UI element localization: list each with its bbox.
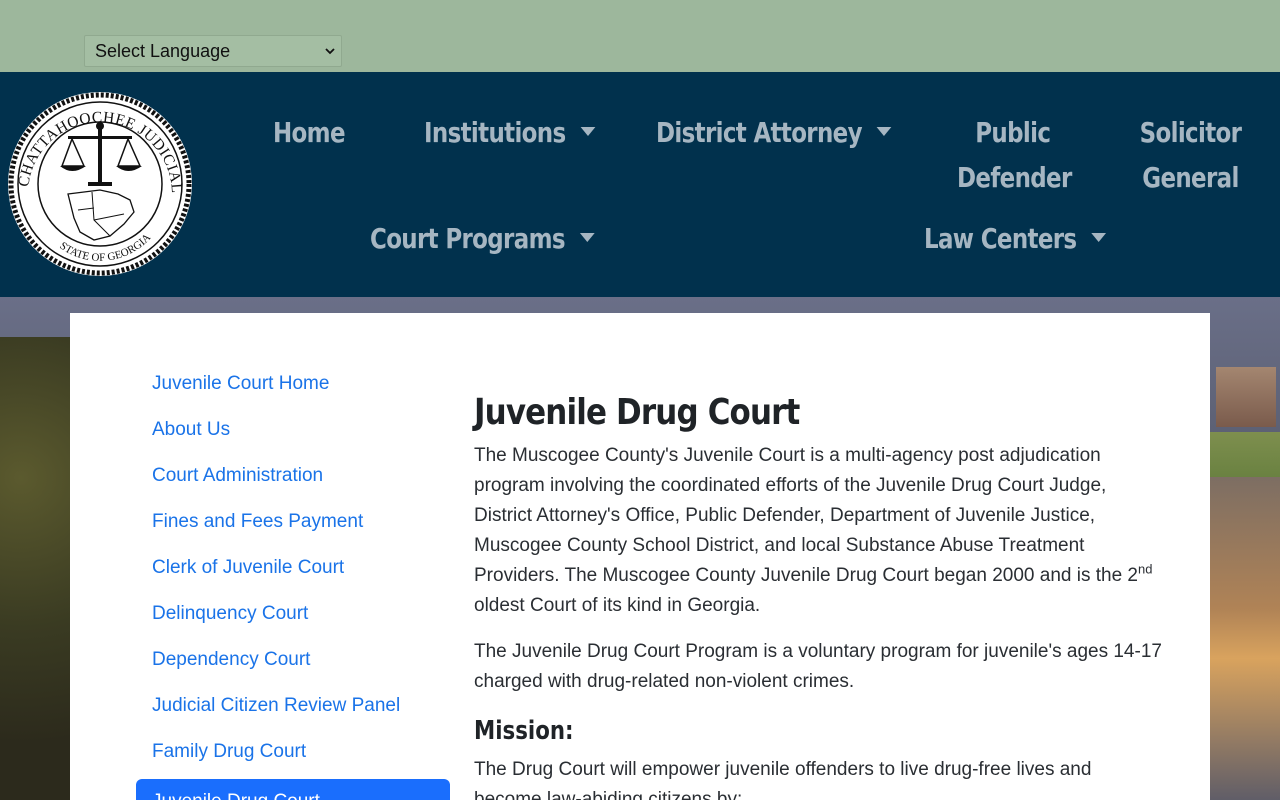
intro-text-end: oldest Court of its kind in Georgia.	[474, 595, 761, 616]
nav-public-defender[interactable]: Public Defender	[957, 110, 1072, 200]
nav-court-programs[interactable]: Court Programs	[370, 216, 595, 261]
background-buildings	[1216, 367, 1276, 427]
sidebar-item-dependency-court[interactable]: Dependency Court	[136, 637, 450, 683]
mission-heading: Mission:	[474, 716, 574, 746]
nav-court-programs-label: Court Programs	[370, 222, 566, 255]
nav-law-centers-label: Law Centers	[924, 222, 1077, 255]
sidebar-item-court-administration[interactable]: Court Administration	[136, 453, 450, 499]
main-content: Juvenile Drug Court The Muscogee County'…	[474, 387, 1164, 800]
background-river	[1210, 477, 1280, 800]
language-select[interactable]: Select Language	[84, 35, 342, 67]
eligibility-paragraph: The Juvenile Drug Court Program is a vol…	[474, 641, 1162, 692]
caret-down-icon	[876, 126, 892, 136]
sidebar-nav: Juvenile Court Home About Us Court Admin…	[136, 361, 450, 800]
caret-down-icon	[1091, 232, 1106, 242]
content-card: Juvenile Court Home About Us Court Admin…	[70, 313, 1210, 800]
sidebar-item-juvenile-court-home[interactable]: Juvenile Court Home	[136, 361, 450, 407]
chevron-down-icon	[325, 48, 335, 55]
language-select-value: Select Language	[95, 41, 231, 61]
sidebar-item-fines-and-fees[interactable]: Fines and Fees Payment	[136, 499, 450, 545]
sidebar-item-citizen-review-panel[interactable]: Judicial Citizen Review Panel	[136, 683, 450, 729]
circuit-seal-logo[interactable]: CHATTAHOOCHEE JUDICIAL CIRCUIT STATE OF …	[6, 90, 194, 278]
nav-solicitor-general[interactable]: Solicitor General	[1138, 110, 1243, 200]
sidebar-item-delinquency-court[interactable]: Delinquency Court	[136, 591, 450, 637]
nav-district-attorney[interactable]: District Attorney	[656, 110, 892, 155]
nav-district-attorney-label: District Attorney	[656, 116, 863, 149]
main-navbar: CHATTAHOOCHEE JUDICIAL CIRCUIT STATE OF …	[0, 72, 1280, 297]
nav-law-centers[interactable]: Law Centers	[924, 216, 1106, 261]
nav-public-defender-label: Public Defender	[957, 116, 1072, 194]
caret-down-icon	[580, 126, 596, 136]
nav-home[interactable]: Home	[273, 110, 346, 155]
nav-institutions-label: Institutions	[424, 116, 566, 149]
language-bar: Select Language	[0, 0, 1280, 72]
sidebar-item-juvenile-drug-court[interactable]: Juvenile Drug Court	[136, 779, 450, 800]
sidebar-item-family-drug-court[interactable]: Family Drug Court	[136, 729, 450, 775]
nav-home-label: Home	[273, 116, 346, 149]
sidebar-item-about-us[interactable]: About Us	[136, 407, 450, 453]
intro-paragraph: The Muscogee County's Juvenile Court is …	[474, 441, 1164, 621]
caret-down-icon	[579, 232, 595, 242]
background-trees	[0, 337, 70, 800]
nav-institutions[interactable]: Institutions	[424, 110, 596, 155]
sidebar-item-clerk[interactable]: Clerk of Juvenile Court	[136, 545, 450, 591]
nav-solicitor-general-label: Solicitor General	[1139, 116, 1242, 194]
intro-text: The Muscogee County's Juvenile Court is …	[474, 445, 1138, 586]
mission-paragraph: The Drug Court will empower juvenile off…	[474, 759, 1092, 800]
page-title: Juvenile Drug Court	[474, 392, 800, 433]
ordinal-suffix: nd	[1138, 561, 1153, 577]
